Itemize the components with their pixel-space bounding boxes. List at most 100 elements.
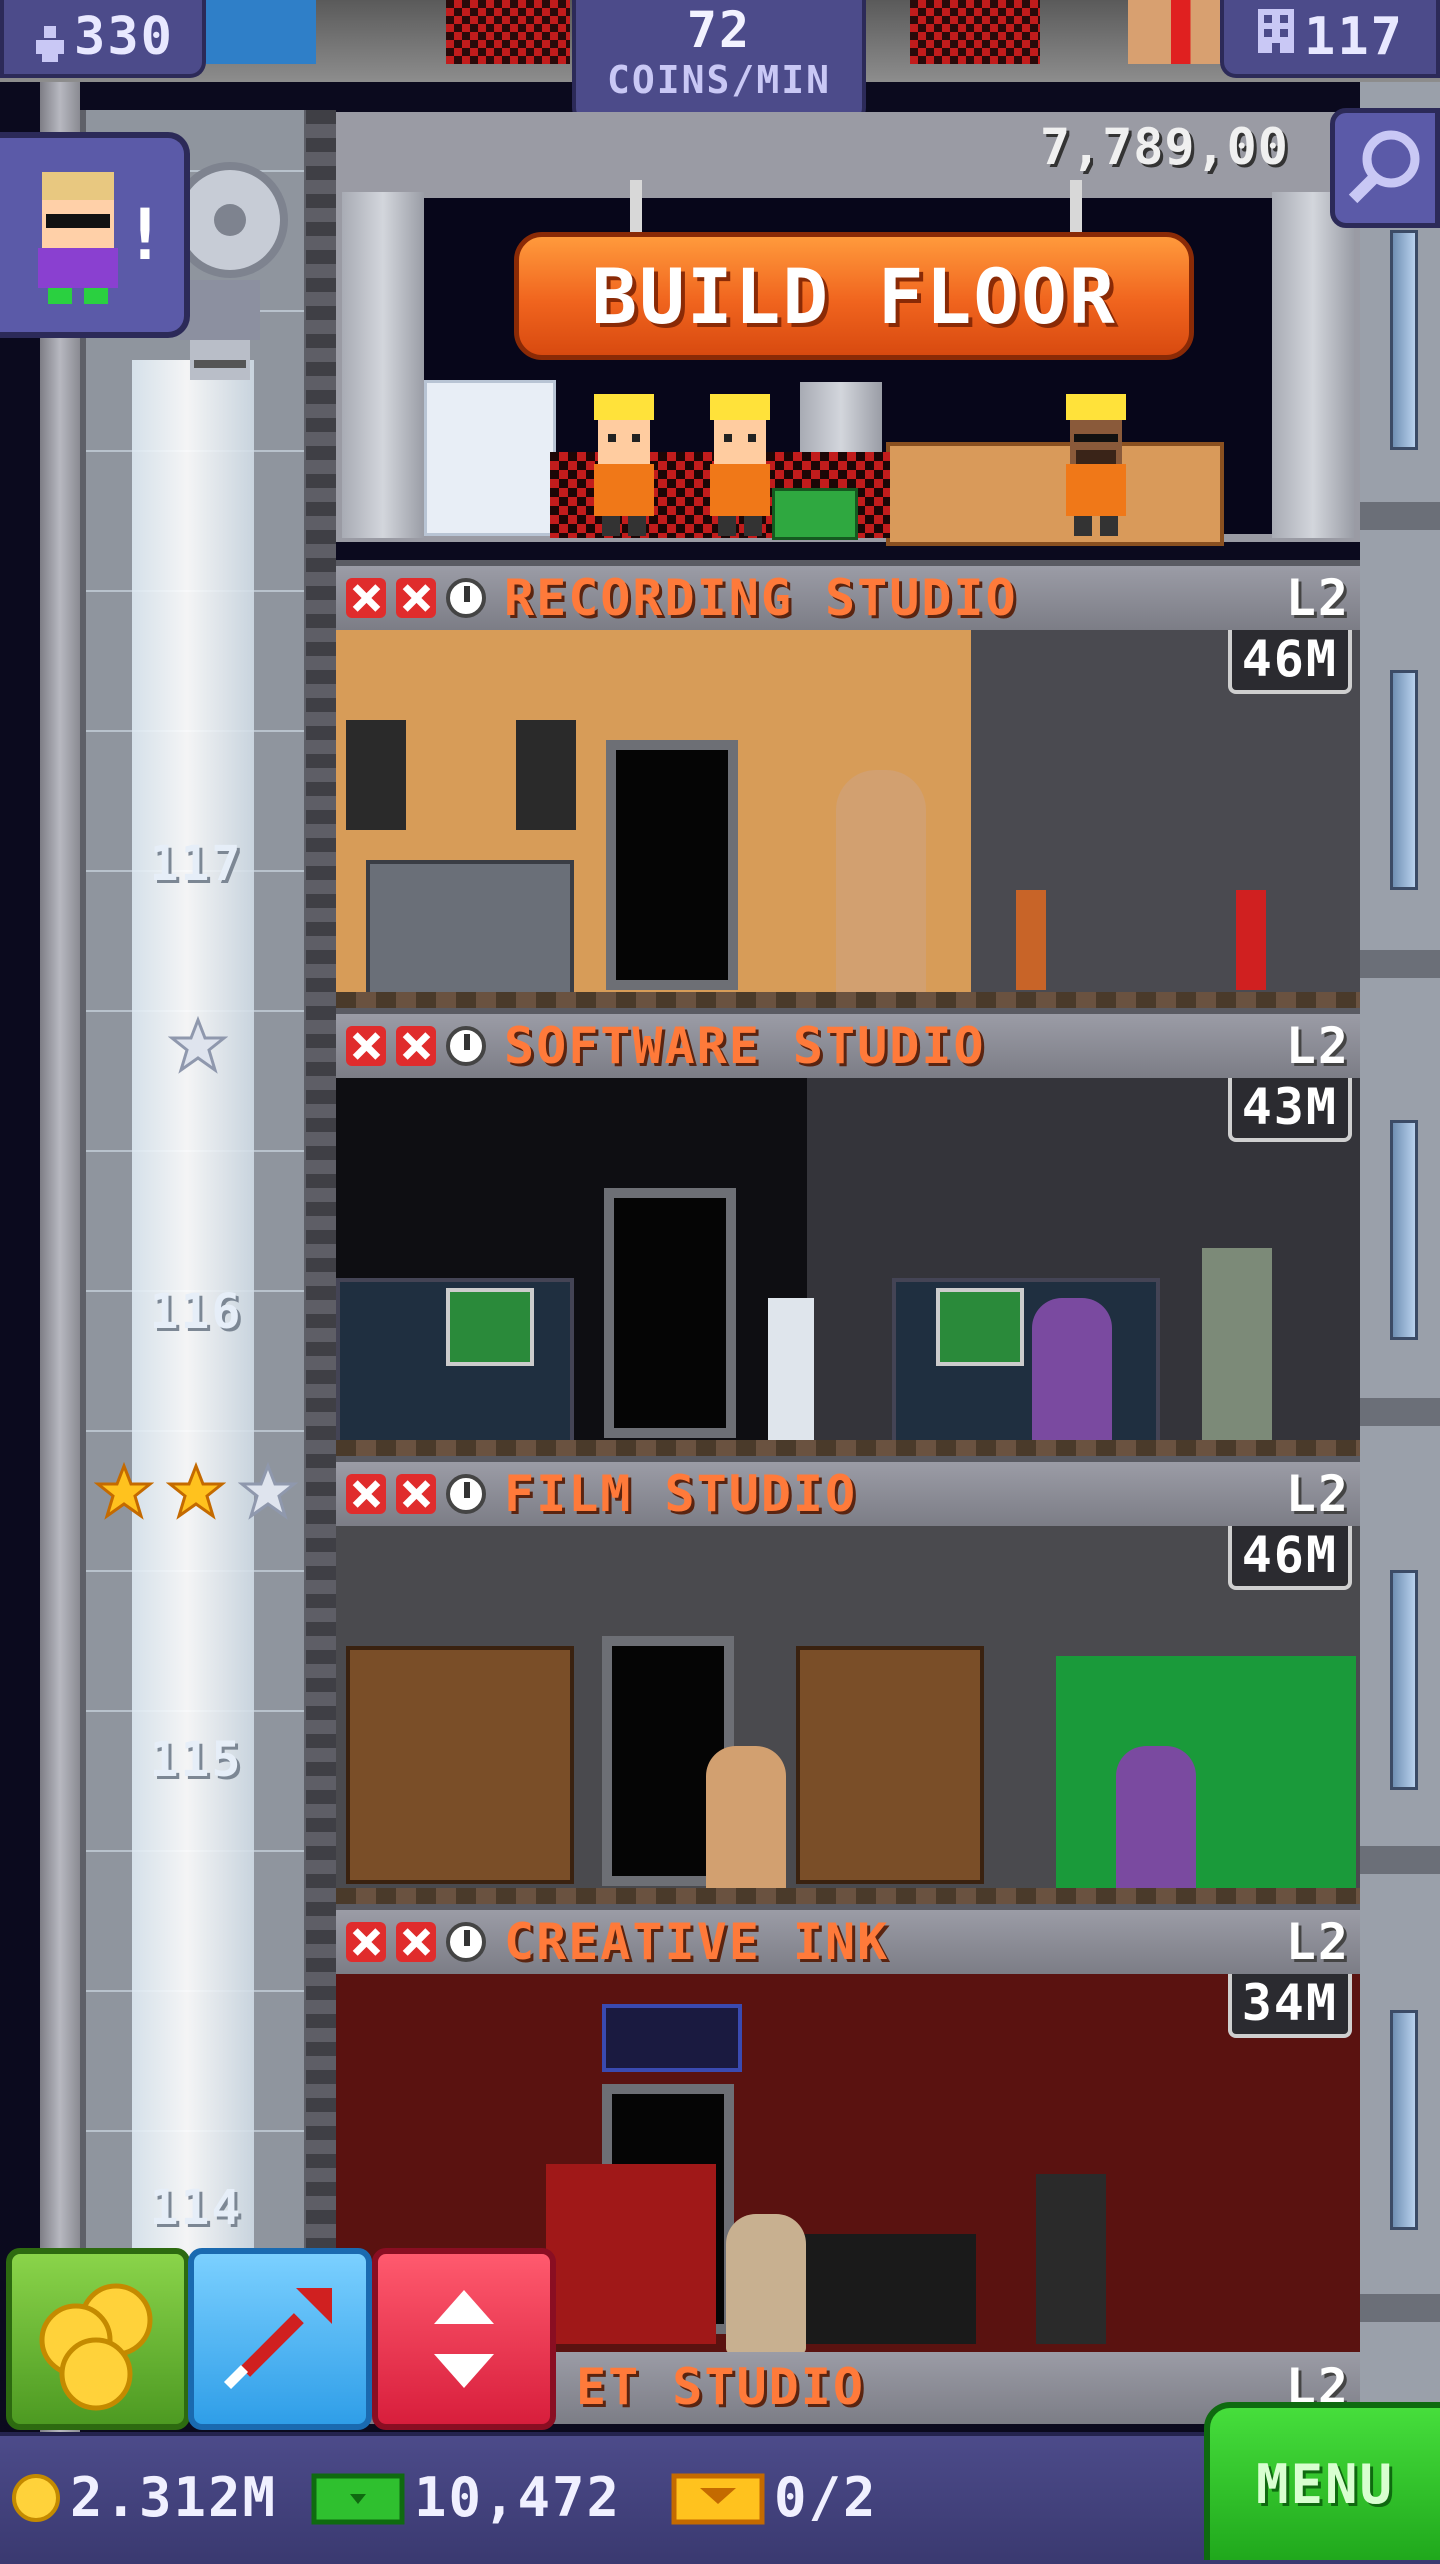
bricks-pile — [424, 380, 556, 536]
floor-label-recording-studio[interactable]: RECORDING STUDIO L2 — [336, 560, 1360, 630]
roof-checker — [910, 0, 1040, 64]
floor-count-value: 117 — [1304, 7, 1404, 67]
red-x-icon — [396, 1026, 436, 1066]
arrow-icon — [223, 2288, 332, 2390]
clock-icon — [446, 578, 486, 618]
elevator-button[interactable] — [372, 2248, 556, 2430]
monitor — [936, 1288, 1024, 1366]
gold-star-icon — [166, 1462, 226, 1520]
floor-level: L2 — [1285, 1465, 1350, 1523]
move-to-floor-button[interactable] — [188, 2248, 372, 2430]
wood-crates — [886, 442, 1224, 546]
income-tag[interactable]: 43M — [1227, 1078, 1352, 1142]
construction-worker — [1066, 394, 1126, 536]
elevator-floor-number: 116 — [149, 1284, 243, 1340]
roof-sign — [206, 0, 316, 64]
coin-icon — [39, 2283, 153, 2411]
tower-frame-left — [40, 82, 80, 2522]
speaker — [516, 720, 576, 830]
water-cooler — [768, 1298, 814, 1448]
red-x-icon — [346, 1474, 386, 1514]
tickets-balance[interactable]: 0/2 — [670, 2466, 878, 2529]
menu-button[interactable]: MENU — [1204, 2402, 1440, 2560]
red-x-icon — [396, 578, 436, 618]
floor-name: CREATIVE INK — [504, 1913, 890, 1971]
tattoo-chair — [1036, 2174, 1106, 2344]
population-value: 330 — [74, 7, 174, 67]
room-door — [606, 740, 738, 990]
clock-icon — [446, 1922, 486, 1962]
ticket-icon — [671, 2473, 765, 2524]
up-down-arrows-icon — [434, 2290, 494, 2388]
sofa — [776, 2234, 976, 2344]
floor-room-film-studio[interactable]: 46M — [336, 1526, 1360, 1906]
floor-label-software-studio[interactable]: SOFTWARE STUDIO L2 — [336, 1008, 1360, 1078]
sign-hook — [630, 180, 642, 232]
roof-checker — [446, 0, 570, 64]
red-x-icon — [396, 1922, 436, 1962]
silver-star-icon — [238, 1462, 298, 1520]
coin-icon — [12, 2473, 60, 2522]
floor-level: L2 — [1285, 1913, 1350, 1971]
profile-button[interactable]: ! — [0, 132, 190, 338]
elevator-floor-number: 115 — [149, 1732, 243, 1788]
speaker — [346, 720, 406, 830]
red-x-icon — [346, 1922, 386, 1962]
construction-worker — [710, 394, 770, 536]
red-x-icon — [346, 1026, 386, 1066]
elevator-floor-number: 114 — [149, 2180, 243, 2236]
building-icon — [1256, 7, 1296, 68]
floor-level: L2 — [1285, 1017, 1350, 1075]
population-counter[interactable]: 330 — [0, 0, 206, 78]
red-x-icon — [396, 1474, 436, 1514]
floor-name: ET STUDIO — [576, 2358, 865, 2416]
guitar — [1236, 890, 1266, 990]
actor-character — [706, 1746, 786, 1896]
avatar — [38, 172, 118, 304]
construction-worker — [594, 394, 654, 536]
income-tag[interactable]: 46M — [1227, 1526, 1352, 1590]
red-x-icon — [346, 578, 386, 618]
lamp — [546, 2164, 716, 2344]
elevator-floor-number: 117 — [149, 836, 243, 892]
floor-room-recording-studio[interactable]: 46M — [336, 630, 1360, 1010]
banknote-icon — [311, 2473, 405, 2524]
worker-character — [1032, 1298, 1112, 1448]
filing-cabinet — [1202, 1248, 1272, 1448]
side-window — [1390, 1120, 1418, 1340]
floor-name: FILM STUDIO — [504, 1465, 858, 1523]
floor-label-creative-ink[interactable]: CREATIVE INK L2 — [336, 1904, 1360, 1974]
clock-icon — [446, 1474, 486, 1514]
floor-name: SOFTWARE STUDIO — [504, 1017, 986, 1075]
coins-button[interactable] — [6, 2248, 190, 2430]
tickets-value: 0/2 — [774, 2466, 878, 2529]
wardrobe — [346, 1646, 574, 1884]
income-tag[interactable]: 34M — [1227, 1974, 1352, 2038]
roof-crate — [1128, 0, 1224, 64]
floor-level: L2 — [1285, 569, 1350, 627]
wardrobe — [796, 1646, 984, 1884]
floor-cost-balance: 7,789,00 — [1040, 118, 1289, 176]
silver-star-icon — [168, 1016, 228, 1074]
side-window — [1390, 230, 1418, 450]
coins-rate-unit: COINS/MIN — [607, 58, 831, 102]
floor-label-film-studio[interactable]: FILM STUDIO L2 — [336, 1456, 1360, 1526]
toolbox — [772, 488, 858, 540]
pillar — [342, 192, 424, 538]
floor-counter[interactable]: 117 — [1220, 0, 1440, 78]
coins-value: 2.312M — [70, 2466, 278, 2529]
coins-balance[interactable]: 2.312M — [10, 2466, 277, 2529]
build-floor-button[interactable]: BUILD FLOOR — [514, 232, 1194, 360]
bux-value: 10,472 — [414, 2466, 622, 2529]
search-button[interactable] — [1330, 108, 1440, 228]
coins-rate-value: 72 — [686, 1, 752, 59]
guitar — [1016, 890, 1046, 990]
side-window — [1390, 670, 1418, 890]
bux-balance[interactable]: 10,472 — [310, 2466, 621, 2529]
actor-character — [1116, 1746, 1196, 1896]
gold-star-icon — [94, 1462, 154, 1520]
elevator-rail — [306, 110, 336, 2410]
artist-character — [726, 2214, 806, 2354]
floor-room-software-studio[interactable]: 43M — [336, 1078, 1360, 1458]
income-tag[interactable]: 46M — [1227, 630, 1352, 694]
